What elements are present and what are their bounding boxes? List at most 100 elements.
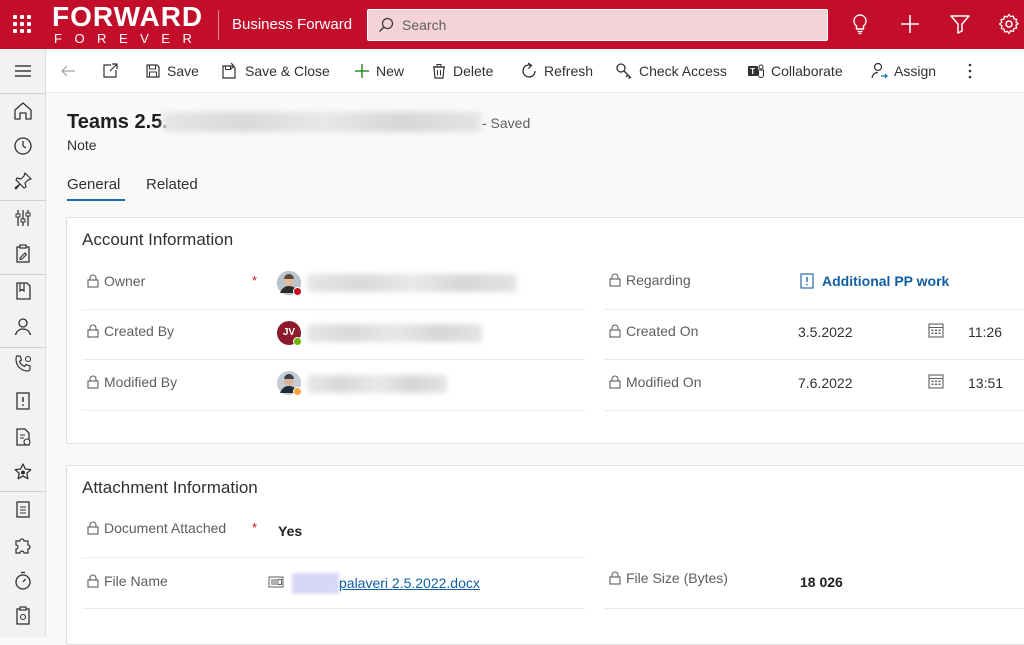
modified-by-avatar[interactable] bbox=[277, 371, 302, 396]
save-button[interactable]: Save bbox=[145, 60, 199, 82]
created-on-date: 3.5.2022 bbox=[798, 324, 853, 340]
save-and-close-button[interactable]: Save & Close bbox=[221, 60, 330, 82]
attachment-information-section: Attachment Information Document Attached… bbox=[66, 465, 1024, 645]
phone-settings-icon[interactable] bbox=[11, 352, 35, 376]
recent-clock-icon[interactable] bbox=[11, 134, 35, 158]
regarding-link[interactable]: Additional PP work bbox=[822, 273, 949, 289]
regarding-label-text: Regarding bbox=[626, 272, 691, 288]
document-attached-value: Yes bbox=[278, 523, 303, 539]
lightbulb-icon[interactable] bbox=[848, 12, 872, 36]
app-name[interactable]: Business Forward bbox=[232, 16, 352, 33]
notebook-icon[interactable] bbox=[11, 279, 35, 303]
file-name-link[interactable]: palaveri 2.5.2022.docx bbox=[339, 575, 480, 591]
required-indicator: * bbox=[252, 520, 258, 535]
created-by-avatar[interactable]: JV bbox=[277, 321, 302, 346]
alert-page-icon bbox=[800, 273, 814, 289]
nav-separator bbox=[0, 347, 46, 348]
owner-avatar[interactable] bbox=[277, 271, 302, 296]
account-information-section: Account Information Owner * Created By J… bbox=[66, 217, 1024, 444]
home-icon[interactable] bbox=[11, 99, 35, 123]
search-box[interactable] bbox=[367, 9, 828, 41]
created-by-label-text: Created By bbox=[104, 323, 175, 339]
teams-icon: T bbox=[748, 64, 764, 78]
section-title: Attachment Information bbox=[82, 478, 258, 497]
logo-line-1: FORWARD bbox=[52, 1, 204, 32]
save-close-label: Save & Close bbox=[245, 63, 330, 79]
redacted-creator-name bbox=[307, 324, 482, 342]
plus-icon bbox=[355, 64, 369, 78]
row-divider bbox=[82, 557, 585, 558]
calendar-icon[interactable] bbox=[927, 321, 945, 339]
sliders-icon[interactable] bbox=[11, 206, 35, 230]
modified-on-label: Modified On bbox=[609, 374, 701, 390]
plus-icon[interactable] bbox=[898, 12, 922, 36]
row-divider bbox=[82, 410, 585, 411]
pin-icon[interactable] bbox=[11, 169, 35, 193]
nav-separator bbox=[0, 274, 46, 275]
save-status: - Saved bbox=[482, 115, 531, 131]
modified-by-label: Modified By bbox=[87, 374, 177, 390]
nav-separator bbox=[0, 93, 46, 94]
refresh-button[interactable]: Refresh bbox=[520, 60, 593, 82]
modified-by-label-text: Modified By bbox=[104, 374, 178, 390]
puzzle-icon[interactable] bbox=[11, 533, 35, 557]
row-divider bbox=[604, 410, 1024, 411]
logo-line-2: FOREVER bbox=[54, 31, 205, 46]
created-on-label: Created On bbox=[609, 323, 698, 339]
clipboard-settings-icon[interactable] bbox=[11, 604, 35, 628]
file-size-label: File Size (Bytes) bbox=[609, 570, 728, 586]
document-attached-label: Document Attached bbox=[87, 520, 226, 536]
assign-button[interactable]: Assign bbox=[870, 60, 936, 82]
check-access-button[interactable]: Check Access bbox=[615, 60, 727, 82]
refresh-label: Refresh bbox=[544, 63, 594, 79]
search-input[interactable] bbox=[402, 15, 802, 35]
search-icon bbox=[378, 17, 394, 33]
svg-text:T: T bbox=[750, 67, 755, 76]
attachment-file-icon bbox=[268, 576, 284, 588]
refresh-icon bbox=[522, 62, 536, 78]
document-check-icon[interactable] bbox=[11, 425, 35, 449]
nav-separator bbox=[0, 491, 46, 492]
filter-icon[interactable] bbox=[948, 12, 972, 36]
delete-button[interactable]: Delete bbox=[431, 60, 493, 82]
owner-label: Owner bbox=[87, 273, 145, 289]
lock-icon bbox=[87, 274, 99, 288]
left-navigation bbox=[0, 49, 46, 637]
regarding-lookup[interactable]: Additional PP work bbox=[800, 273, 949, 289]
open-in-new-window-icon[interactable] bbox=[100, 61, 120, 81]
redacted-title-text bbox=[163, 112, 481, 132]
clipboard-edit-icon[interactable] bbox=[11, 242, 35, 266]
hamburger-menu-icon[interactable] bbox=[11, 59, 35, 83]
new-button[interactable]: New bbox=[354, 60, 404, 82]
calendar-icon[interactable] bbox=[927, 372, 945, 390]
row-divider bbox=[604, 309, 1024, 310]
lock-icon bbox=[87, 324, 99, 338]
presence-away-indicator bbox=[293, 387, 302, 396]
collaborate-button[interactable]: T Collaborate bbox=[747, 60, 843, 82]
assign-label: Assign bbox=[894, 63, 937, 79]
row-divider bbox=[82, 608, 585, 609]
avatar-initials: JV bbox=[282, 327, 296, 338]
person-icon[interactable] bbox=[11, 315, 35, 339]
more-options-icon[interactable] bbox=[960, 61, 980, 81]
topbar-divider bbox=[218, 10, 219, 40]
timer-icon[interactable] bbox=[11, 569, 35, 593]
file-name-label: File Name bbox=[87, 573, 168, 589]
record-title: Teams 2.5. bbox=[67, 111, 168, 133]
lock-icon bbox=[609, 273, 621, 287]
alert-page-icon[interactable] bbox=[11, 389, 35, 413]
app-launcher-icon[interactable] bbox=[10, 12, 34, 36]
nav-separator bbox=[0, 200, 46, 201]
gear-icon[interactable] bbox=[997, 12, 1021, 36]
tab-general[interactable]: General bbox=[67, 176, 120, 193]
clipboard-list-icon[interactable] bbox=[11, 497, 35, 521]
created-on-time: 11:26 bbox=[968, 324, 1002, 340]
back-arrow-icon[interactable] bbox=[58, 61, 78, 81]
forward-forever-logo[interactable]: FORWARD FOREVER bbox=[52, 2, 212, 46]
row-divider bbox=[604, 359, 1024, 360]
key-search-icon bbox=[616, 63, 632, 79]
created-on-label-text: Created On bbox=[626, 323, 699, 339]
tab-related[interactable]: Related bbox=[146, 176, 198, 193]
section-title: Account Information bbox=[82, 230, 234, 249]
star-icon[interactable] bbox=[11, 460, 35, 484]
